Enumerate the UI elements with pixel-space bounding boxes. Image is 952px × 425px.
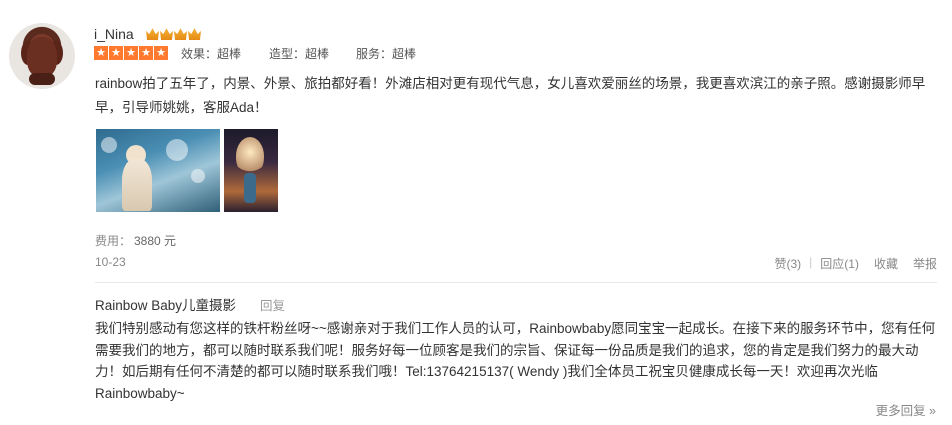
review-date: 10-23: [95, 255, 126, 269]
reply-count-button[interactable]: 回应(1): [820, 255, 859, 272]
merchant-name[interactable]: Rainbow Baby儿童摄影: [95, 294, 236, 314]
star-icon: ★: [154, 46, 168, 60]
star-icon: ★: [124, 46, 138, 60]
review-photo[interactable]: [96, 129, 220, 212]
crown-icon: [188, 28, 201, 40]
fee-value: 3880 元: [134, 234, 177, 248]
fee-label: 费用：: [95, 234, 132, 248]
star-rating: ★ ★ ★ ★ ★: [94, 46, 168, 60]
star-icon: ★: [109, 46, 123, 60]
crown-icon: [174, 28, 187, 40]
more-replies-link[interactable]: 更多回复 »: [876, 400, 936, 419]
crown-icon: [160, 28, 173, 40]
rating-styling: 造型：超棒: [269, 47, 330, 61]
username[interactable]: i_Nina: [94, 26, 134, 42]
like-button[interactable]: 赞(3): [775, 255, 802, 272]
report-button[interactable]: 举报: [913, 255, 937, 272]
star-icon: ★: [94, 46, 108, 60]
user-avatar[interactable]: [9, 23, 75, 89]
review-text: rainbow拍了五年了，内景、外景、旅拍都好看！外滩店相对更有现代气息，女儿喜…: [95, 76, 926, 115]
divider: [95, 282, 937, 283]
crown-icon: [146, 28, 159, 40]
review-photo[interactable]: [224, 129, 278, 212]
rating-effect: 效果：超棒: [181, 47, 242, 61]
star-icon: ★: [139, 46, 153, 60]
reply-button[interactable]: 回复: [260, 295, 285, 314]
merchant-reply-text: 我们特别感动有您这样的铁杆粉丝呀~~感谢亲对于我们工作人员的认可，Rainbow…: [95, 321, 936, 401]
rating-service: 服务：超棒: [356, 47, 417, 61]
favorite-button[interactable]: 收藏: [874, 255, 898, 272]
review-actions: 赞(3) | 回应(1) 收藏 举报: [774, 255, 938, 272]
user-level-crowns: [146, 27, 201, 40]
